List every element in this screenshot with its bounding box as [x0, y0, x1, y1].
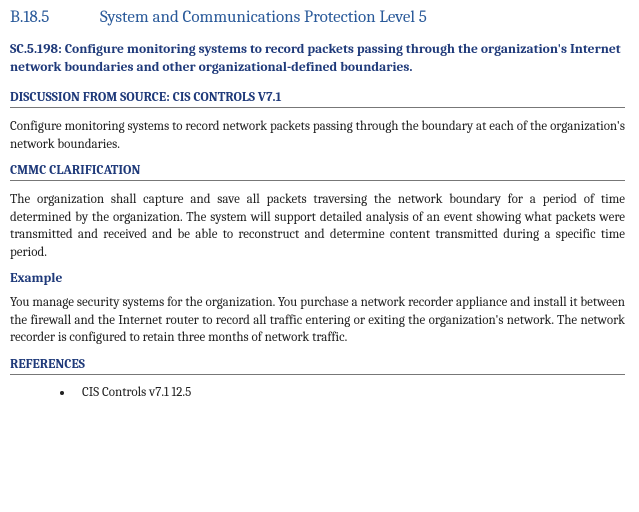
reference-item: CIS Controls v7.1 12.5: [74, 385, 625, 400]
example-text: You manage security systems for the orga…: [10, 294, 625, 347]
section-number: B.18.5: [10, 8, 100, 27]
clarification-text: The organization shall capture and save …: [10, 191, 625, 261]
references-label: REFERENCES: [10, 357, 625, 375]
section-title: B.18.5 System and Communications Protect…: [10, 8, 625, 27]
document-page: B.18.5 System and Communications Protect…: [0, 0, 639, 408]
requirement-heading: SC.5.198: Configure monitoring systems t…: [10, 41, 625, 76]
references-list: CIS Controls v7.1 12.5: [10, 385, 625, 400]
section-title-text: System and Communications Protection Lev…: [100, 8, 427, 27]
discussion-label: DISCUSSION FROM SOURCE: CIS CONTROLS V7.…: [10, 90, 625, 108]
clarification-label: CMMC CLARIFICATION: [10, 163, 625, 181]
example-label: Example: [10, 271, 625, 286]
discussion-text: Configure monitoring systems to record n…: [10, 118, 625, 153]
